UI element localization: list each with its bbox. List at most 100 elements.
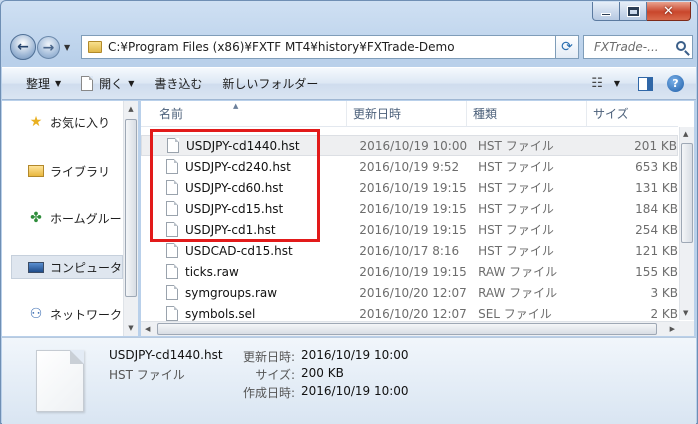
minimize-icon xyxy=(601,12,611,16)
arrow-right-icon: → xyxy=(42,39,55,56)
scroll-up-icon[interactable]: ▲ xyxy=(126,105,136,113)
column-date-label: 更新日時 xyxy=(353,107,402,121)
scroll-down-icon[interactable]: ▼ xyxy=(126,324,136,332)
file-size: 201 KB xyxy=(634,138,677,153)
annotation-highlight-box xyxy=(150,129,320,242)
file-row[interactable]: USDCAD-cd15.hst 2016/10/17 8:16 HST ファイル… xyxy=(141,240,678,261)
file-size: 3 KB xyxy=(650,285,678,300)
search-icon[interactable] xyxy=(676,41,686,51)
open-button[interactable]: 開く ▼ xyxy=(71,68,144,99)
library-icon xyxy=(28,165,44,177)
nav-item-network[interactable]: ⚇ ネットワーク xyxy=(2,302,122,326)
column-header: ▲ 名前 更新日時 種類 サイズ xyxy=(141,101,678,127)
nav-item-homegroup[interactable]: ✤ ホームグループ xyxy=(2,206,122,230)
column-type[interactable]: 種類 xyxy=(467,101,587,126)
file-size: 131 KB xyxy=(635,180,678,195)
address-bar[interactable]: C:¥Program Files (x86)¥FXTF MT4¥history¥… xyxy=(81,35,579,59)
nav-scroll-thumb[interactable] xyxy=(125,119,137,297)
navigation-pane: ★ お気に入り ライブラリ ✤ ホームグループ コンピューター ⚇ ネットワーク… xyxy=(2,101,138,336)
chevron-down-icon: ▼ xyxy=(128,79,135,88)
arrow-left-icon: ← xyxy=(17,39,29,55)
scroll-left-icon[interactable]: ◀ xyxy=(145,325,150,333)
refresh-icon: ⟳ xyxy=(561,39,573,55)
file-type: HST ファイル xyxy=(478,244,554,258)
scroll-up-icon[interactable]: ▲ xyxy=(683,130,688,138)
file-size: 2 KB xyxy=(650,306,678,321)
open-label: 開く xyxy=(99,77,124,91)
sort-ascending-icon: ▲ xyxy=(233,102,239,110)
file-type: HST ファイル xyxy=(477,139,554,153)
minimize-button[interactable] xyxy=(592,2,620,21)
file-name: symgroups.raw xyxy=(185,285,278,300)
column-size[interactable]: サイズ xyxy=(587,101,678,126)
command-bar-right: ☷ ▼ ? xyxy=(591,68,696,99)
vertical-scroll-thumb[interactable] xyxy=(681,143,693,243)
nav-scrollbar[interactable]: ▲ ▼ xyxy=(123,101,138,336)
scroll-down-icon[interactable]: ▼ xyxy=(683,309,688,317)
details-file-type: HST ファイル xyxy=(109,368,185,382)
column-date[interactable]: 更新日時 xyxy=(347,101,467,126)
file-date: 2016/10/20 12:07 xyxy=(359,285,467,300)
file-list: ▲ 名前 更新日時 種類 サイズ USDJPY-cd1440.hst 2016/… xyxy=(141,101,694,336)
file-date: 2016/10/19 19:15 xyxy=(359,264,467,279)
file-size: 653 KB xyxy=(635,159,678,174)
column-type-label: 種類 xyxy=(473,107,498,121)
close-icon: ✕ xyxy=(663,3,674,19)
scroll-right-icon[interactable]: ▶ xyxy=(670,325,675,333)
details-modified-value: 2016/10/19 10:00 xyxy=(301,348,409,362)
nav-item-libraries[interactable]: ライブラリ xyxy=(2,159,122,183)
file-size: 184 KB xyxy=(635,201,678,216)
details-size-label: サイズ: xyxy=(255,368,295,382)
file-name: symbols.sel xyxy=(185,306,256,321)
preview-pane-icon[interactable] xyxy=(638,76,653,91)
column-name[interactable]: ▲ 名前 xyxy=(141,101,347,126)
file-date: 2016/10/19 9:52 xyxy=(359,159,460,174)
close-button[interactable]: ✕ xyxy=(647,2,691,21)
maximize-button[interactable] xyxy=(620,2,647,21)
file-type: RAW ファイル xyxy=(478,265,558,279)
file-type: HST ファイル xyxy=(478,202,554,216)
nav-item-favorites[interactable]: ★ お気に入り xyxy=(2,110,122,134)
nav-label: コンピューター xyxy=(50,260,123,275)
search-placeholder: FXTrade-... xyxy=(594,40,659,54)
burn-label: 書き込む xyxy=(154,77,203,91)
file-thumbnail-icon xyxy=(36,350,84,412)
column-name-label: 名前 xyxy=(159,107,184,121)
file-size: 155 KB xyxy=(635,264,678,279)
file-date: 2016/10/19 19:15 xyxy=(359,201,467,216)
details-modified-label: 更新日時: xyxy=(242,350,295,364)
details-created-label: 作成日時: xyxy=(242,386,295,400)
file-icon xyxy=(166,285,178,300)
details-size-value: 200 KB xyxy=(301,366,344,380)
file-icon xyxy=(166,243,178,258)
file-row[interactable]: ticks.raw 2016/10/19 19:15 RAW ファイル 155 … xyxy=(141,261,678,282)
file-icon xyxy=(166,264,178,279)
chevron-down-icon[interactable]: ▼ xyxy=(614,79,620,88)
file-list-vertical-scrollbar[interactable]: ▲ ▼ xyxy=(679,127,694,320)
file-date: 2016/10/19 19:15 xyxy=(359,222,467,237)
new-folder-label: 新しいフォルダー xyxy=(222,77,319,91)
burn-button[interactable]: 書き込む xyxy=(144,68,212,99)
homegroup-icon: ✤ xyxy=(30,210,42,226)
nav-label: お気に入り xyxy=(50,115,111,130)
organize-button[interactable]: 整理 ▼ xyxy=(2,68,71,99)
new-folder-button[interactable]: 新しいフォルダー xyxy=(212,68,328,99)
file-type: RAW ファイル xyxy=(478,286,558,300)
forward-button[interactable]: → xyxy=(37,36,60,59)
address-path[interactable]: C:¥Program Files (x86)¥FXTF MT4¥history¥… xyxy=(108,40,562,54)
file-type: HST ファイル xyxy=(478,223,554,237)
back-button[interactable]: ← xyxy=(10,34,36,60)
nav-item-computer[interactable]: コンピューター xyxy=(11,255,123,279)
help-icon[interactable]: ? xyxy=(667,75,684,92)
details-pane: USDJPY-cd1440.hst HST ファイル 更新日時: 2016/10… xyxy=(2,337,696,424)
file-type: HST ファイル xyxy=(478,160,554,174)
file-list-horizontal-scrollbar[interactable]: ◀ ▶ xyxy=(141,321,679,336)
refresh-button[interactable]: ⟳ xyxy=(555,35,579,59)
view-options-icon[interactable]: ☷ xyxy=(591,76,603,91)
horizontal-scroll-thumb[interactable] xyxy=(157,323,657,335)
recent-pages-dropdown[interactable]: ▼ xyxy=(64,43,70,52)
search-input[interactable]: FXTrade-... xyxy=(583,35,693,59)
file-date: 2016/10/20 12:07 xyxy=(359,306,467,321)
file-row[interactable]: symgroups.raw 2016/10/20 12:07 RAW ファイル … xyxy=(141,282,678,303)
file-name: USDCAD-cd15.hst xyxy=(185,243,293,258)
